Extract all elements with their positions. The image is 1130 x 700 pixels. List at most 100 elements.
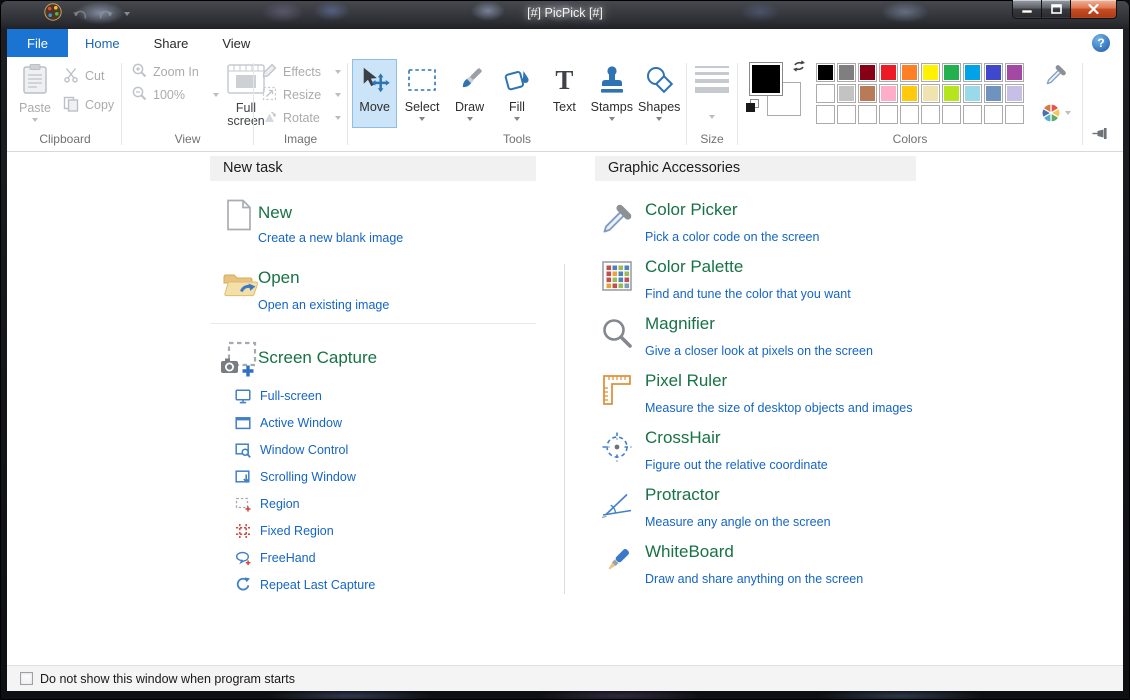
capture-item-active-window[interactable]: Active Window (235, 409, 375, 436)
new-task-header: New task (210, 156, 536, 181)
color-swatch[interactable] (879, 84, 898, 103)
zoom-in-icon (132, 63, 147, 81)
color-swatch[interactable] (900, 84, 919, 103)
protractor-link[interactable]: Protractor (645, 485, 720, 505)
whiteboard-link[interactable]: WhiteBoard (645, 542, 734, 562)
color-swatch[interactable] (1005, 63, 1024, 82)
tab-file[interactable]: File (7, 29, 68, 57)
color-swatch[interactable] (942, 63, 961, 82)
help-button[interactable]: ? (1092, 34, 1110, 52)
screen-capture-link[interactable]: Screen Capture (258, 348, 377, 368)
color-picker-link[interactable]: Color Picker (645, 200, 738, 220)
magnifier-sublink[interactable]: Give a closer look at pixels on the scre… (645, 344, 873, 358)
select-tool-button[interactable]: Select (399, 59, 444, 128)
color-swatch[interactable] (942, 84, 961, 103)
capture-item-fixed-region[interactable]: Fixed Region (235, 517, 375, 544)
paste-button[interactable]: Paste (19, 57, 51, 129)
rotate-button[interactable]: Rotate (262, 106, 341, 129)
new-link[interactable]: New (258, 203, 292, 223)
crosshair-sublink[interactable]: Figure out the relative coordinate (645, 458, 828, 472)
capture-item-window-control[interactable]: Window Control (235, 436, 375, 463)
stamps-tool-button[interactable]: Stamps (589, 59, 634, 128)
color-swatch[interactable] (984, 84, 1003, 103)
startup-checkbox[interactable] (20, 672, 33, 685)
ribbon-pin-button[interactable] (1092, 127, 1109, 145)
line-size-button[interactable] (687, 57, 737, 129)
group-label-tools: Tools (348, 129, 686, 150)
draw-tool-button[interactable]: Draw (447, 59, 492, 128)
color-swatch[interactable] (921, 84, 940, 103)
zoom-in-button[interactable]: Zoom In (132, 60, 219, 83)
capture-item-scrolling-window[interactable]: Scrolling Window (235, 463, 375, 490)
color-swatch[interactable] (1005, 105, 1024, 124)
close-button[interactable] (1071, 0, 1117, 19)
color-swatch[interactable] (879, 63, 898, 82)
move-icon (359, 60, 391, 100)
color-swatch[interactable] (816, 84, 835, 103)
capture-item-region[interactable]: Region (235, 490, 375, 517)
tab-home[interactable]: Home (68, 29, 137, 57)
pixel-ruler-sublink[interactable]: Measure the size of desktop objects and … (645, 401, 913, 415)
color-swatch[interactable] (900, 105, 919, 124)
color-wheel-button[interactable] (1041, 103, 1071, 123)
color-swatch[interactable] (963, 84, 982, 103)
open-folder-icon (222, 269, 258, 304)
copy-icon (63, 96, 79, 115)
color-swatch[interactable] (858, 63, 877, 82)
minimize-button[interactable] (1012, 0, 1042, 19)
magnifier-link[interactable]: Magnifier (645, 314, 715, 334)
color-swatch[interactable] (921, 105, 940, 124)
section-separator (210, 323, 536, 324)
color-swatch[interactable] (984, 105, 1003, 124)
color-palette-link[interactable]: Color Palette (645, 257, 743, 277)
color-swatch[interactable] (858, 84, 877, 103)
capture-item-repeat-last-capture[interactable]: Repeat Last Capture (235, 571, 375, 598)
whiteboard-sublink[interactable]: Draw and share anything on the screen (645, 572, 863, 586)
color-swatch[interactable] (837, 63, 856, 82)
fixed-region-icon (235, 523, 251, 539)
effects-button[interactable]: Effects (262, 60, 341, 83)
color-palette-sublink[interactable]: Find and tune the color that you want (645, 287, 851, 301)
capture-item-freehand[interactable]: FreeHand (235, 544, 375, 571)
eyedropper-button[interactable] (1045, 63, 1067, 92)
group-label-colors: Colors (738, 129, 1082, 150)
crosshair-link[interactable]: CrossHair (645, 428, 721, 448)
protractor-sublink[interactable]: Measure any angle on the screen (645, 515, 831, 529)
color-swatch[interactable] (984, 63, 1003, 82)
color-swatch[interactable] (1005, 84, 1024, 103)
color-swatch[interactable] (879, 105, 898, 124)
tab-view[interactable]: View (205, 29, 267, 57)
maximize-button[interactable] (1042, 0, 1071, 19)
shapes-tool-button[interactable]: Shapes (637, 59, 682, 128)
color-swatch[interactable] (963, 105, 982, 124)
color-swatch[interactable] (900, 63, 919, 82)
resize-button[interactable]: Resize (262, 83, 341, 106)
cut-button[interactable]: Cut (63, 67, 114, 85)
color-swatch[interactable] (816, 105, 835, 124)
color-swatch[interactable] (837, 84, 856, 103)
open-link[interactable]: Open (258, 268, 300, 288)
zoom-out-button[interactable]: 100% (132, 83, 219, 106)
foreground-color-swatch[interactable] (749, 62, 783, 96)
open-sublink[interactable]: Open an existing image (258, 298, 389, 312)
color-swatch[interactable] (837, 105, 856, 124)
color-swatch[interactable] (816, 63, 835, 82)
color-swatch[interactable] (921, 63, 940, 82)
pixel-ruler-link[interactable]: Pixel Ruler (645, 371, 727, 391)
capture-item-full-screen[interactable]: Full-screen (235, 382, 375, 409)
color-swatch[interactable] (858, 105, 877, 124)
window-controls (1012, 0, 1117, 19)
color-swatch[interactable] (963, 63, 982, 82)
color-swatch[interactable] (942, 105, 961, 124)
default-colors-icon[interactable] (746, 99, 760, 118)
color-picker-sublink[interactable]: Pick a color code on the screen (645, 230, 819, 244)
new-sublink[interactable]: Create a new blank image (258, 231, 403, 245)
swap-colors-icon[interactable] (792, 59, 806, 78)
window-title: [#] PicPick [#] (0, 0, 1130, 29)
fill-tool-button[interactable]: Fill (494, 59, 539, 128)
move-tool-button[interactable]: Move (352, 59, 397, 128)
text-tool-button[interactable]: T Text (542, 59, 587, 128)
copy-button[interactable]: Copy (63, 96, 114, 114)
tab-share[interactable]: Share (137, 29, 206, 57)
color-palette-icon (600, 259, 634, 293)
